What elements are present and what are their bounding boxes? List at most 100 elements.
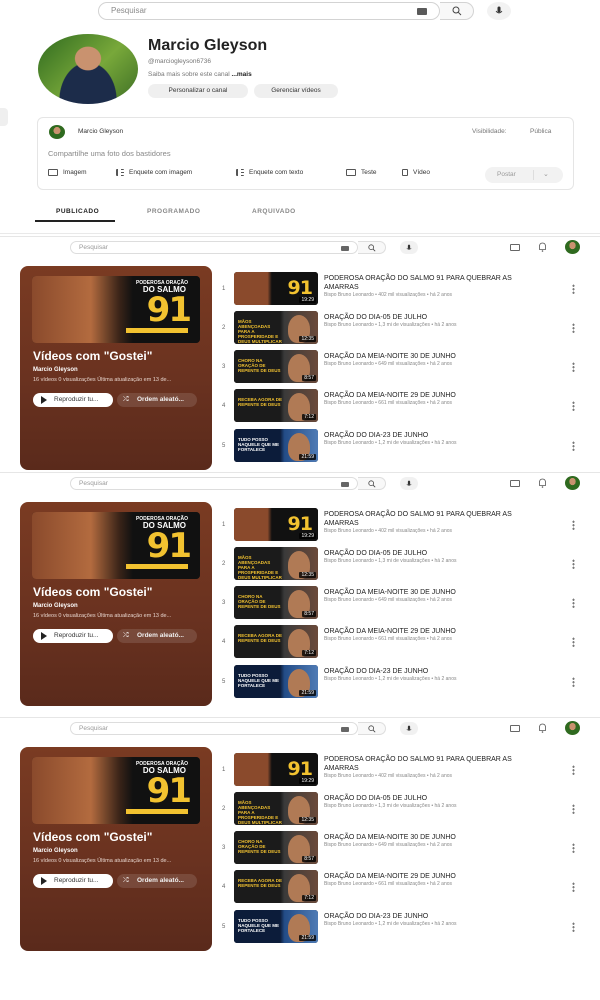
video-list-item[interactable]: 1 91 19:29 PODEROSA ORAÇÃO DO SALMO 91 P… <box>222 508 592 544</box>
voice-search-button[interactable] <box>400 241 418 254</box>
search-button[interactable] <box>440 2 474 20</box>
video-title[interactable]: ORAÇÃO DO DIA-05 DE JULHO <box>324 794 544 803</box>
shuffle-button[interactable]: ⤮ Ordem aleató... <box>117 393 197 407</box>
tab-scheduled[interactable]: PROGRAMADO <box>147 208 200 215</box>
video-thumbnail[interactable]: 91 19:29 <box>234 272 318 305</box>
video-list-item[interactable]: 3 CHORO NA ORAÇÃO DE REPENTE DE DEUS 8:5… <box>222 586 592 622</box>
video-thumbnail[interactable]: TUDO POSSO NAQUELE QUE ME FORTALECE 21:5… <box>234 429 318 462</box>
chevron-down-icon[interactable]: ⌄ <box>543 170 549 178</box>
voice-search-button[interactable] <box>400 722 418 735</box>
more-vert-icon[interactable] <box>572 284 575 294</box>
bell-icon[interactable] <box>538 478 547 488</box>
post-tool-video[interactable]: Vídeo <box>402 169 430 179</box>
video-list-item[interactable]: 5 TUDO POSSO NAQUELE QUE ME FORTALECE 21… <box>222 429 592 465</box>
video-thumbnail[interactable]: CHORO NA ORAÇÃO DE REPENTE DE DEUS 8:57 <box>234 831 318 864</box>
video-list-item[interactable]: 5 TUDO POSSO NAQUELE QUE ME FORTALECE 21… <box>222 910 592 946</box>
more-vert-icon[interactable] <box>572 323 575 333</box>
video-thumbnail[interactable]: TUDO POSSO NAQUELE QUE ME FORTALECE 21:5… <box>234 910 318 943</box>
channel-about-more[interactable]: ...mais <box>231 71 251 78</box>
video-thumbnail[interactable]: RECEBA AGORA DE REPENTE DE DEUS 7:12 <box>234 389 318 422</box>
playlist-owner[interactable]: Marcio Gleyson <box>33 367 78 373</box>
customize-channel-button[interactable]: Personalizar o canal <box>148 84 248 98</box>
play-all-button[interactable]: Reproduzir tu... <box>33 874 113 888</box>
play-all-button[interactable]: Reproduzir tu... <box>33 629 113 643</box>
video-thumbnail[interactable]: MÃOS ABENÇOADAS PARA A PROSPERIDADE E DE… <box>234 547 318 580</box>
playlist-card[interactable]: PODEROSA ORAÇÃO DO SALMO 91 Vídeos com "… <box>20 747 212 951</box>
more-vert-icon[interactable] <box>572 843 575 853</box>
more-vert-icon[interactable] <box>572 598 575 608</box>
visibility-value[interactable]: Pública <box>530 128 551 135</box>
more-vert-icon[interactable] <box>572 677 575 687</box>
video-title[interactable]: PODEROSA ORAÇÃO DO SALMO 91 PARA QUEBRAR… <box>324 274 544 292</box>
post-tool-image-poll[interactable]: Enquete com imagem <box>116 169 192 179</box>
more-vert-icon[interactable] <box>572 765 575 775</box>
search-input[interactable]: Pesquisar <box>70 241 358 254</box>
video-title[interactable]: ORAÇÃO DA MEIA-NOITE 30 DE JUNHO <box>324 352 544 361</box>
bell-icon[interactable] <box>538 242 547 252</box>
video-list-item[interactable]: 2 MÃOS ABENÇOADAS PARA A PROSPERIDADE E … <box>222 792 592 828</box>
playlist-card[interactable]: PODEROSA ORAÇÃO DO SALMO 91 Vídeos com "… <box>20 502 212 706</box>
video-title[interactable]: ORAÇÃO DA MEIA-NOITE 30 DE JUNHO <box>324 588 544 597</box>
video-thumbnail[interactable]: RECEBA AGORA DE REPENTE DE DEUS 7:12 <box>234 870 318 903</box>
create-icon[interactable] <box>510 480 520 487</box>
video-list-item[interactable]: 2 MÃOS ABENÇOADAS PARA A PROSPERIDADE E … <box>222 311 592 347</box>
channel-about[interactable]: Saiba mais sobre este canal ...mais <box>148 71 252 78</box>
video-list-item[interactable]: 4 RECEBA AGORA DE REPENTE DE DEUS 7:12 O… <box>222 870 592 906</box>
more-vert-icon[interactable] <box>572 637 575 647</box>
playlist-thumbnail[interactable]: PODEROSA ORAÇÃO DO SALMO 91 <box>32 757 200 824</box>
search-input[interactable]: Pesquisar <box>70 722 358 735</box>
search-button[interactable] <box>358 241 386 254</box>
post-tool-image[interactable]: Imagem <box>48 169 86 179</box>
video-list-item[interactable]: 4 RECEBA AGORA DE REPENTE DE DEUS 7:12 O… <box>222 625 592 661</box>
create-icon[interactable] <box>510 244 520 251</box>
video-thumbnail[interactable]: 91 19:29 <box>234 753 318 786</box>
post-text-input[interactable]: Compartilhe uma foto dos bastidores <box>48 149 171 158</box>
more-vert-icon[interactable] <box>572 559 575 569</box>
manage-videos-button[interactable]: Gerenciar vídeos <box>254 84 338 98</box>
more-vert-icon[interactable] <box>572 362 575 372</box>
more-vert-icon[interactable] <box>572 922 575 932</box>
voice-search-button[interactable] <box>400 477 418 490</box>
video-title[interactable]: ORAÇÃO DO DIA-23 DE JUNHO <box>324 912 544 921</box>
video-title[interactable]: ORAÇÃO DO DIA-05 DE JULHO <box>324 313 544 322</box>
video-list-item[interactable]: 4 RECEBA AGORA DE REPENTE DE DEUS 7:12 O… <box>222 389 592 425</box>
video-list-item[interactable]: 3 CHORO NA ORAÇÃO DE REPENTE DE DEUS 8:5… <box>222 350 592 386</box>
video-list-item[interactable]: 3 CHORO NA ORAÇÃO DE REPENTE DE DEUS 8:5… <box>222 831 592 867</box>
keyboard-icon[interactable] <box>417 8 427 15</box>
post-button[interactable]: Postar ⌄ <box>485 167 563 183</box>
playlist-card[interactable]: PODEROSA ORAÇÃO DO SALMO 91 Vídeos com "… <box>20 266 212 470</box>
search-input[interactable]: Pesquisar <box>98 2 440 20</box>
video-thumbnail[interactable]: 91 19:29 <box>234 508 318 541</box>
video-title[interactable]: ORAÇÃO DA MEIA-NOITE 29 DE JUNHO <box>324 872 544 881</box>
bell-icon[interactable] <box>538 723 547 733</box>
keyboard-icon[interactable] <box>341 246 349 251</box>
video-thumbnail[interactable]: RECEBA AGORA DE REPENTE DE DEUS 7:12 <box>234 625 318 658</box>
video-title[interactable]: PODEROSA ORAÇÃO DO SALMO 91 PARA QUEBRAR… <box>324 755 544 773</box>
video-list-item[interactable]: 1 91 19:29 PODEROSA ORAÇÃO DO SALMO 91 P… <box>222 753 592 789</box>
shuffle-button[interactable]: ⤮ Ordem aleató... <box>117 629 197 643</box>
video-thumbnail[interactable]: TUDO POSSO NAQUELE QUE ME FORTALECE 21:5… <box>234 665 318 698</box>
account-avatar[interactable] <box>565 721 580 735</box>
keyboard-icon[interactable] <box>341 482 349 487</box>
video-title[interactable]: ORAÇÃO DA MEIA-NOITE 29 DE JUNHO <box>324 627 544 636</box>
account-avatar[interactable] <box>565 476 580 490</box>
voice-search-button[interactable] <box>487 2 511 20</box>
video-thumbnail[interactable]: MÃOS ABENÇOADAS PARA A PROSPERIDADE E DE… <box>234 792 318 825</box>
video-title[interactable]: ORAÇÃO DO DIA-05 DE JULHO <box>324 549 544 558</box>
shuffle-button[interactable]: ⤮ Ordem aleató... <box>117 874 197 888</box>
keyboard-icon[interactable] <box>341 727 349 732</box>
video-thumbnail[interactable]: CHORO NA ORAÇÃO DE REPENTE DE DEUS 8:57 <box>234 350 318 383</box>
playlist-owner[interactable]: Marcio Gleyson <box>33 603 78 609</box>
post-tool-quiz[interactable]: Teste <box>346 169 377 179</box>
play-all-button[interactable]: Reproduzir tu... <box>33 393 113 407</box>
video-list-item[interactable]: 5 TUDO POSSO NAQUELE QUE ME FORTALECE 21… <box>222 665 592 701</box>
create-icon[interactable] <box>510 725 520 732</box>
more-vert-icon[interactable] <box>572 804 575 814</box>
account-avatar[interactable] <box>565 240 580 254</box>
tab-published[interactable]: PUBLICADO <box>56 208 99 215</box>
more-vert-icon[interactable] <box>572 441 575 451</box>
playlist-owner[interactable]: Marcio Gleyson <box>33 848 78 854</box>
post-tool-text-poll[interactable]: Enquete com texto <box>236 169 303 179</box>
video-title[interactable]: ORAÇÃO DO DIA-23 DE JUNHO <box>324 667 544 676</box>
video-list-item[interactable]: 2 MÃOS ABENÇOADAS PARA A PROSPERIDADE E … <box>222 547 592 583</box>
